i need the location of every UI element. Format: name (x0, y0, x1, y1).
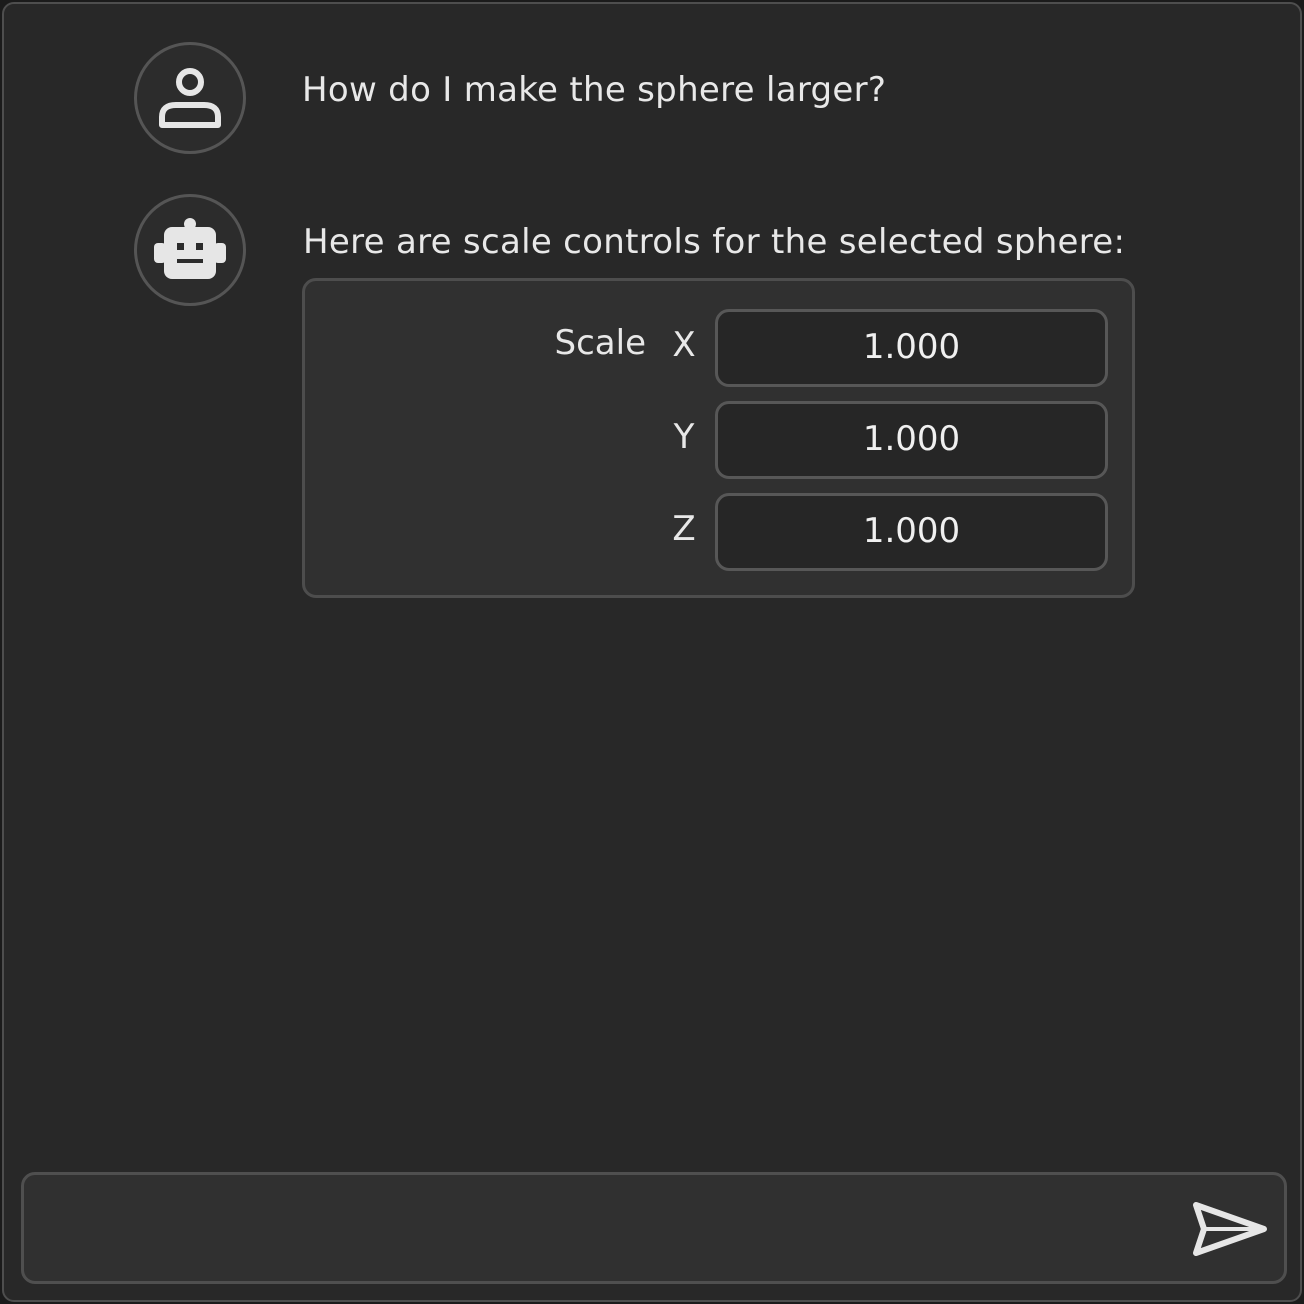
user-icon (159, 68, 221, 128)
scale-controls-panel: Scale X 1.000 Y 1.000 Z 1.000 (302, 278, 1135, 598)
axis-label-y: Y (673, 417, 695, 457)
assistant-message: Here are scale controls for the selected… (303, 222, 1126, 262)
axis-label-z: Z (672, 509, 696, 549)
message-input[interactable] (44, 1175, 1168, 1283)
user-message: How do I make the sphere larger? (302, 70, 887, 110)
axis-label-x: X (672, 325, 696, 365)
assistant-avatar (134, 194, 246, 306)
user-avatar (134, 42, 246, 154)
scale-y-field[interactable]: 1.000 (715, 401, 1108, 479)
scale-y-row: Y 1.000 (305, 401, 1132, 479)
robot-icon (154, 218, 226, 279)
chat-window: How do I make the sphere larger? Here ar… (2, 2, 1302, 1302)
send-icon (1193, 1202, 1267, 1256)
scale-z-field[interactable]: 1.000 (715, 493, 1108, 571)
message-composer (21, 1172, 1287, 1284)
send-button[interactable] (1190, 1199, 1270, 1259)
scale-z-row: Z 1.000 (305, 493, 1132, 571)
scale-x-row: X 1.000 (305, 309, 1132, 387)
scale-x-field[interactable]: 1.000 (715, 309, 1108, 387)
